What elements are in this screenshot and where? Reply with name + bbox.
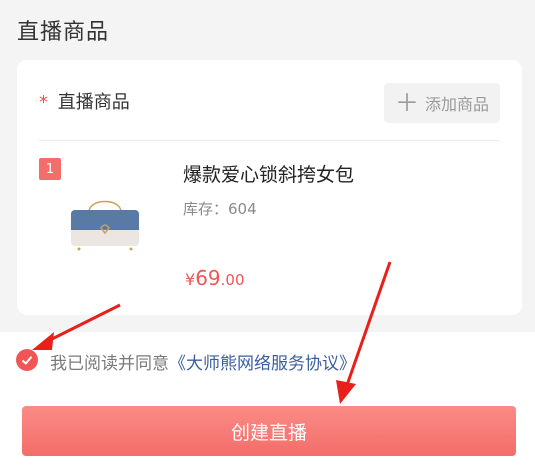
add-product-label: 添加商品	[424, 95, 489, 114]
price-currency: ¥	[185, 270, 196, 289]
agreement-prefix: 我已阅读并同意	[50, 354, 169, 374]
create-live-button[interactable]: 创建直播	[22, 406, 516, 456]
agreement-checkbox[interactable]	[16, 349, 38, 371]
stock-label: 库存：	[183, 200, 229, 218]
product-image[interactable]	[61, 192, 149, 256]
plus-icon: ＋	[394, 89, 419, 117]
stock-value: 604	[228, 200, 257, 218]
live-create-page: 直播商品 * 直播商品 ＋ 添加商品 1 爆款爱心锁斜挎女包 库存：604 ¥6…	[0, 0, 535, 465]
price-decimal: .00	[220, 271, 245, 289]
product-price: ¥69.00	[185, 266, 245, 290]
add-product-button[interactable]: ＋ 添加商品	[384, 83, 500, 123]
check-icon	[21, 356, 33, 365]
product-index-badge: 1	[39, 158, 61, 180]
card-header: * 直播商品	[39, 88, 130, 114]
card-header-label: 直播商品	[57, 92, 130, 113]
agreement-text: 我已阅读并同意《大师熊网络服务协议》	[50, 349, 356, 374]
product-name: 爆款爱心锁斜挎女包	[183, 164, 355, 186]
product-stock: 库存：604	[183, 198, 257, 219]
price-integer: 69	[195, 266, 221, 290]
agreement-link[interactable]: 《大师熊网络服务协议》	[169, 354, 356, 374]
section-title: 直播商品	[17, 20, 110, 45]
required-mark: *	[39, 92, 48, 113]
agreement-row: 我已阅读并同意《大师熊网络服务协议》	[0, 332, 535, 390]
bottom-bar: 创建直播	[0, 390, 535, 465]
product-card: * 直播商品 ＋ 添加商品 1 爆款爱心锁斜挎女包 库存：604 ¥69.00	[17, 60, 522, 315]
divider	[39, 140, 500, 141]
